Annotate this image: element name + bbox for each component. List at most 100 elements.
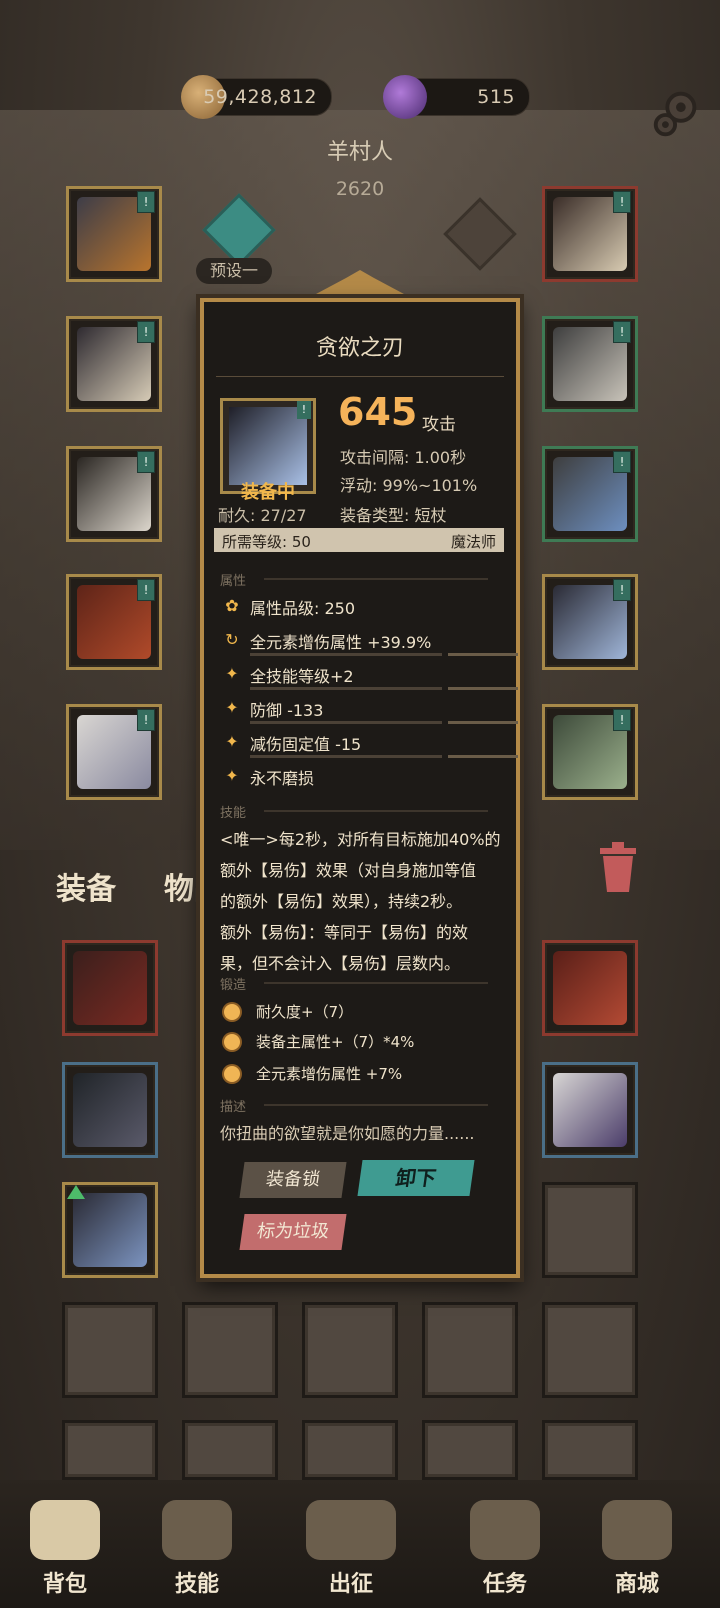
section-skill: 技能 (220, 806, 247, 821)
inventory-slot-empty[interactable] (182, 1420, 278, 1480)
divider (448, 653, 518, 656)
inventory-slot-empty[interactable] (302, 1420, 398, 1480)
inventory-slot-empty[interactable] (302, 1302, 398, 1398)
equip-slot-gloves[interactable]: ! (66, 446, 162, 542)
divider (264, 578, 488, 580)
equip-slot-necklace[interactable]: ! (542, 186, 638, 282)
inventory-slot-empty[interactable] (542, 1302, 638, 1398)
section-description: 描述 (220, 1100, 247, 1115)
divider (264, 1104, 488, 1106)
forge-dot-icon (224, 1034, 240, 1050)
lock-tag: ! (137, 321, 155, 343)
divider (250, 721, 442, 724)
divider (264, 810, 488, 812)
equip-slot-pants[interactable]: ! (66, 574, 162, 670)
divider (250, 653, 442, 656)
nav-quests-label: 任务 (482, 1572, 527, 1597)
attribute-row: ✦ 全技能等级+2 (222, 662, 518, 692)
attack-unit: 攻击 (422, 415, 456, 435)
gem-value: 515 (477, 86, 515, 108)
trash-icon[interactable] (596, 842, 640, 894)
inventory-slot-empty[interactable] (542, 1182, 638, 1278)
plate-armor-icon (553, 951, 627, 1025)
skill-description: <唯一>每2秒，对所有目标施加40%的 额外【易伤】效果（对自身施加等值 的额外… (220, 824, 508, 979)
divider (448, 755, 518, 758)
upgrade-arrow-icon (67, 1185, 85, 1199)
inventory-slot[interactable] (62, 1062, 158, 1158)
divider (264, 982, 488, 984)
equip-slot-armor[interactable]: ! (66, 316, 162, 412)
lock-tag: ! (613, 191, 631, 213)
inventory-slot-empty[interactable] (422, 1302, 518, 1398)
sparkle-icon: ✦ (225, 698, 239, 717)
attribute-text: 永不磨损 (250, 769, 315, 788)
divider (216, 376, 504, 377)
inventory-slot-empty[interactable] (422, 1420, 518, 1480)
attribute-row: ✦ 防御 -133 (222, 696, 518, 726)
lock-tag: ! (613, 451, 631, 473)
nav-shop-label: 商城 (614, 1572, 659, 1597)
equip-slot-ring-2[interactable]: ! (542, 446, 638, 542)
skill-line: 的额外【易伤】效果），持续2秒。 (220, 892, 463, 911)
lock-tag: ! (137, 191, 155, 213)
attribute-row: ✦ 永不磨损 (222, 764, 502, 794)
attribute-text: 防御 -133 (250, 701, 324, 720)
equip-slot-offhand[interactable]: ! (542, 704, 638, 800)
scroll-icon (470, 1500, 540, 1560)
inventory-slot-empty[interactable] (62, 1302, 158, 1398)
inventory-slot[interactable] (542, 1062, 638, 1158)
attribute-text: 全技能等级+2 (250, 667, 354, 686)
required-level: 所需等级: 50 (222, 533, 311, 551)
nav-bag-label: 背包 (42, 1572, 87, 1597)
equip-type: 装备类型: 短杖 (340, 506, 447, 525)
nav-quests[interactable]: 任务 (450, 1500, 560, 1598)
crown-shop-icon (602, 1500, 672, 1560)
inventory-slot[interactable] (62, 1182, 158, 1278)
cycle-icon: ↻ (225, 630, 239, 649)
nav-bag[interactable]: 背包 (10, 1500, 120, 1598)
skill-book-icon (162, 1500, 232, 1560)
inventory-slot-empty[interactable] (542, 1420, 638, 1480)
attribute-row: ↻ 全元素增伤属性 +39.9% (222, 628, 518, 658)
nav-expedition[interactable]: 出征 (296, 1500, 406, 1598)
equip-slot-helmet[interactable]: ! (66, 186, 162, 282)
staff-icon (229, 407, 307, 485)
boots-icon (553, 1073, 627, 1147)
attribute-text: 全元素增伤属性 +39.9% (250, 633, 432, 652)
sparkle-icon: ✦ (225, 766, 239, 785)
equip-slot-weapon[interactable]: ! (542, 574, 638, 670)
gold-value: 59,428,812 (203, 86, 317, 108)
forge-text: 耐久度+（7） (256, 1003, 354, 1021)
sparkle-icon: ✦ (225, 664, 239, 683)
mark-as-trash-button[interactable]: 标为垃圾 (239, 1214, 347, 1250)
preset-selector[interactable]: 预设一 (196, 258, 272, 284)
gold-counter: 59,428,812 (181, 75, 332, 119)
inventory-slot[interactable] (542, 940, 638, 1036)
forge-text: 全元素增伤属性 +7% (256, 1065, 403, 1083)
section-forge: 锻造 (220, 978, 247, 993)
skill-line: 额外【易伤】：等同于【易伤】的效 (220, 923, 469, 942)
gem-icon (383, 75, 427, 119)
equipped-label: 装备中 (241, 482, 295, 503)
equip-slot-boots[interactable]: ! (66, 704, 162, 800)
attribute-row: ✿ 属性品级: 250 (222, 594, 502, 624)
item-detail-popup: 贪欲之刃 ! 装备中 耐久: 27/27 645 攻击 攻击间隔: 1.00秒 … (200, 298, 520, 1278)
unequip-button[interactable]: 卸下 (357, 1160, 475, 1196)
equip-slot-ring-1[interactable]: ! (542, 316, 638, 412)
tab-equipment[interactable]: 装备 (56, 864, 116, 908)
class-requirement: 魔法师 (450, 533, 496, 551)
inventory-slot[interactable] (62, 940, 158, 1036)
inventory-slot-empty[interactable] (62, 1420, 158, 1480)
variance: 浮动: 99%~101% (340, 476, 478, 495)
equipment-lock-button[interactable]: 装备锁 (239, 1162, 347, 1198)
lock-tag: ! (297, 401, 311, 419)
nav-skills[interactable]: 技能 (142, 1500, 252, 1598)
staff-icon (73, 1193, 147, 1267)
attribute-row: ✦ 减伤固定值 -15 (222, 730, 518, 760)
nav-shop[interactable]: 商城 (582, 1500, 692, 1598)
character-name: 羊村人 (326, 140, 393, 165)
divider (250, 755, 442, 758)
skill-line: <唯一>每2秒，对所有目标施加40%的 (220, 830, 501, 849)
inventory-slot-empty[interactable] (182, 1302, 278, 1398)
sword-map-icon (306, 1500, 396, 1560)
